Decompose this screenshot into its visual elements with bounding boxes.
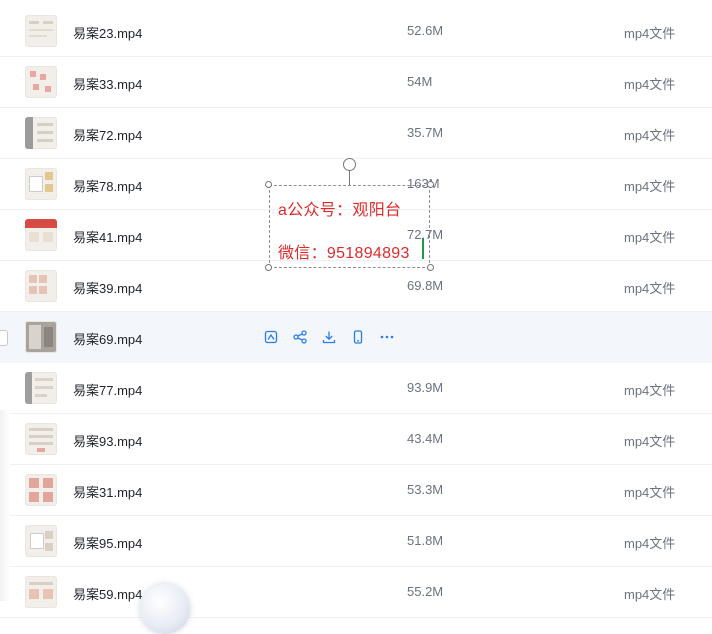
video-thumbnail [25, 270, 57, 302]
video-thumbnail [25, 219, 57, 251]
resize-handle-top-right[interactable] [427, 181, 434, 188]
download-icon[interactable] [321, 329, 337, 345]
text-caret [422, 238, 424, 259]
file-type: mp4文件 [624, 26, 676, 41]
file-name[interactable]: 易案41.mp4 [73, 227, 142, 246]
video-thumbnail [25, 321, 57, 353]
file-name[interactable]: 易案93.mp4 [73, 431, 142, 450]
file-row[interactable]: 易案95.mp4 51.8M mp4文件 [0, 516, 712, 567]
left-edge-shadow [0, 410, 10, 601]
file-size: 69.8M [407, 278, 444, 293]
file-name[interactable]: 易案78.mp4 [73, 176, 142, 195]
file-type: mp4文件 [624, 281, 676, 296]
video-thumbnail [25, 576, 57, 608]
video-thumbnail [25, 15, 57, 47]
file-size: 51.8M [407, 533, 444, 548]
file-name[interactable]: 易案77.mp4 [73, 380, 142, 399]
file-type: mp4文件 [624, 179, 676, 194]
file-size: 55.2M [407, 584, 444, 599]
file-row[interactable]: 易案39.mp4 69.8M mp4文件 [0, 261, 712, 312]
file-type: mp4文件 [624, 434, 676, 449]
file-name[interactable]: 易案23.mp4 [73, 23, 142, 42]
file-name[interactable]: 易案39.mp4 [73, 278, 142, 297]
file-row[interactable]: 易案72.mp4 35.7M mp4文件 [0, 108, 712, 159]
resize-handle-top-left[interactable] [265, 181, 272, 188]
video-thumbnail [25, 423, 57, 455]
file-row[interactable]: 易案77.mp4 93.9M mp4文件 [0, 363, 712, 414]
save-to-drive-icon[interactable] [263, 329, 279, 345]
resize-handle-bottom-left[interactable] [265, 264, 272, 271]
video-thumbnail [25, 168, 57, 200]
file-type: mp4文件 [624, 230, 676, 245]
video-thumbnail [25, 117, 57, 149]
resize-handle-bottom-right[interactable] [427, 264, 434, 271]
video-thumbnail [25, 372, 57, 404]
file-size: 43.4M [407, 431, 444, 446]
file-type: mp4文件 [624, 383, 676, 398]
phone-icon[interactable] [350, 329, 366, 345]
file-size: 35.7M [407, 125, 444, 140]
file-size: 53.3M [407, 482, 444, 497]
file-type: mp4文件 [624, 536, 676, 551]
file-type: mp4文件 [624, 77, 676, 92]
file-row[interactable]: 易案31.mp4 53.3M mp4文件 [0, 465, 712, 516]
file-row[interactable]: 易案59.mp4 55.2M mp4文件 [0, 567, 712, 618]
file-type: mp4文件 [624, 128, 676, 143]
file-size: 93.9M [407, 380, 444, 395]
video-thumbnail [25, 66, 57, 98]
file-row[interactable]: 易案93.mp4 43.4M mp4文件 [0, 414, 712, 465]
rotate-handle[interactable] [343, 158, 356, 171]
video-thumbnail [25, 525, 57, 557]
file-name[interactable]: 易案72.mp4 [73, 125, 142, 144]
row-actions [263, 329, 395, 345]
file-name[interactable]: 易案69.mp4 [73, 329, 142, 348]
rotate-handle-stem [349, 170, 350, 185]
file-size: 52.6M [407, 23, 444, 38]
video-thumbnail [25, 474, 57, 506]
file-name[interactable]: 易案33.mp4 [73, 74, 142, 93]
more-icon[interactable] [379, 329, 395, 345]
share-icon[interactable] [292, 329, 308, 345]
row-checkbox[interactable] [0, 330, 8, 346]
annotation-text-line-1[interactable]: a公众号：观阳台 [278, 196, 401, 220]
file-row-hovered[interactable]: 易案69.mp4 [0, 312, 712, 363]
floating-assistant-bubble[interactable] [140, 584, 190, 634]
file-name[interactable]: 易案59.mp4 [73, 584, 142, 603]
file-name[interactable]: 易案95.mp4 [73, 533, 142, 552]
file-type: mp4文件 [624, 587, 676, 602]
file-row[interactable]: 易案33.mp4 54M mp4文件 [0, 57, 712, 108]
annotation-text-line-2[interactable]: 微信：951894893 [278, 239, 410, 263]
file-row[interactable]: 易案23.mp4 52.6M mp4文件 [0, 6, 712, 57]
file-size: 54M [407, 74, 433, 89]
file-type: mp4文件 [624, 485, 676, 500]
file-name[interactable]: 易案31.mp4 [73, 482, 142, 501]
